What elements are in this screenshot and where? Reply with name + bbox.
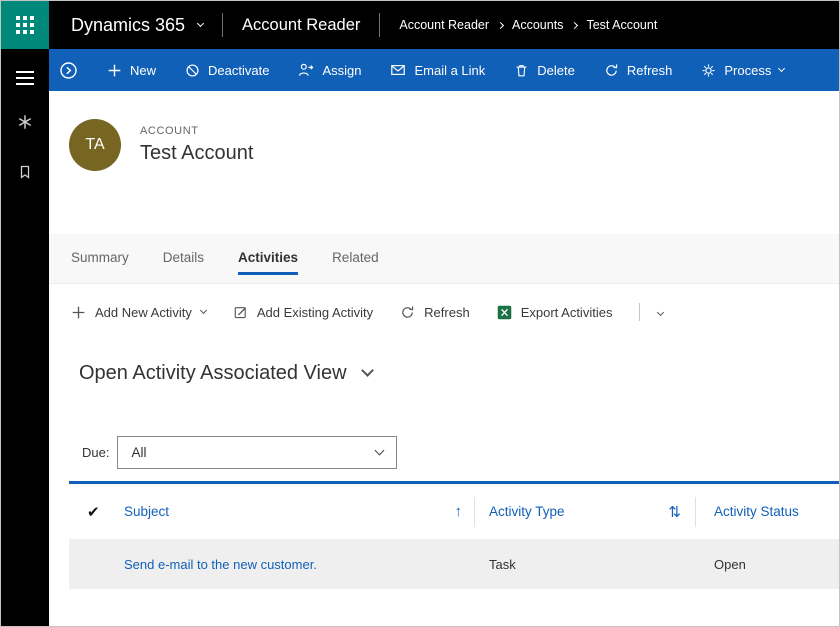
hamburger-icon [16,71,34,73]
cmd-deactivate-button[interactable]: Deactivate [185,63,269,78]
main-content: TA ACCOUNT Test Account Summary Details … [49,91,839,626]
refresh-icon [400,305,415,320]
cmd-refresh-button[interactable]: Refresh [604,63,673,78]
view-title: Open Activity Associated View [79,362,347,385]
chevron-down-icon [375,446,385,456]
cmd-email-link-button[interactable]: Email a Link [390,62,485,78]
due-filter-select[interactable]: All [117,436,397,469]
entity-label: ACCOUNT [140,125,253,137]
table-row[interactable]: Send e-mail to the new customer. Task Op… [69,539,839,589]
row-activity-status: Open [714,557,746,572]
breadcrumb-item-accounts[interactable]: Accounts [512,18,563,32]
refresh-icon [604,63,619,78]
asterisk-icon [16,113,34,136]
record-set-icon [59,61,78,80]
cmd-label: Email a Link [414,63,485,78]
breadcrumb-item-app[interactable]: Account Reader [399,18,489,32]
topbar-divider [222,13,223,37]
topbar-divider [379,13,380,37]
row-subject-link[interactable]: Send e-mail to the new customer. [124,557,317,572]
cmd-process-button[interactable]: Process [701,63,784,78]
chevron-down-icon [200,306,207,313]
cmd-label: Process [724,63,771,78]
due-filter: Due: All [77,436,397,469]
plus-icon [71,305,86,320]
cmd-label: Refresh [627,63,673,78]
row-activity-type: Task [489,557,516,572]
tab-strip: Summary Details Activities Related [49,234,839,284]
brand-menu[interactable]: Dynamics 365 [71,15,203,36]
add-new-activity-button[interactable]: Add New Activity [71,305,206,320]
app-title: Account Reader [242,16,360,35]
breadcrumb: Account Reader Accounts Test Account [399,18,657,32]
view-selector[interactable]: Open Activity Associated View [79,362,372,385]
chevron-down-icon [778,64,785,71]
app-launcher-button[interactable] [1,1,49,49]
column-label: Subject [124,504,169,519]
bookmark-icon [17,164,33,185]
menu-button[interactable] [1,63,49,93]
toolbar-label: Add New Activity [95,305,192,320]
export-activities-button[interactable]: Export Activities [497,305,613,320]
assign-person-icon [298,62,314,78]
page-title: Test Account [140,142,253,165]
toolbar-label: Add Existing Activity [257,305,373,320]
activity-toolbar: Add New Activity Add Existing Activity R… [71,297,667,327]
chevron-right-icon [571,21,578,28]
gear-icon [701,63,716,78]
avatar-initials: TA [85,136,104,154]
chevron-down-icon [197,19,204,26]
chevron-down-icon [657,308,664,315]
col-header-activity-type[interactable]: Activity Type ⇅ [475,503,695,521]
col-header-subject[interactable]: Subject ↑ [124,503,474,520]
left-sidebar [1,49,49,626]
due-filter-label: Due: [77,437,114,468]
chevron-right-icon [497,21,504,28]
plus-icon [107,63,122,78]
email-icon [390,62,406,78]
excel-icon [497,305,512,320]
cmd-label: Assign [322,63,361,78]
toolbar-label: Refresh [424,305,470,320]
select-all-checkmark[interactable]: ✔ [69,503,124,521]
sidebar-pinned-button[interactable] [1,155,49,193]
cmd-delete-button[interactable]: Delete [514,63,575,78]
cmd-assign-button[interactable]: Assign [298,62,361,78]
refresh-activities-button[interactable]: Refresh [400,305,470,320]
edit-note-icon [233,305,248,320]
tab-summary[interactable]: Summary [71,250,129,275]
top-navigation-bar: Dynamics 365 Account Reader Account Read… [1,1,839,49]
sidebar-recents-button[interactable] [1,105,49,143]
column-label: Activity Type [489,504,565,519]
waffle-icon [16,16,34,34]
toolbar-divider [639,303,640,321]
sort-both-icon: ⇅ [668,503,681,521]
cmd-label: Delete [537,63,575,78]
app-window: Dynamics 365 Account Reader Account Read… [0,0,840,627]
brand-title: Dynamics 365 [71,15,185,36]
tab-activities[interactable]: Activities [238,250,298,275]
toolbar-label: Export Activities [521,305,613,320]
tab-related[interactable]: Related [332,250,379,275]
chevron-down-icon [361,364,374,377]
breadcrumb-item-record[interactable]: Test Account [586,18,657,32]
trash-icon [514,63,529,78]
cmd-label: Deactivate [208,63,269,78]
record-header: TA ACCOUNT Test Account [69,119,253,171]
record-set-nav-button[interactable] [59,61,78,80]
avatar[interactable]: TA [69,119,121,171]
deactivate-icon [185,63,200,78]
col-header-activity-status[interactable]: Activity Status [696,504,839,519]
activities-grid: ✔ Subject ↑ Activity Type ⇅ Activity Sta… [69,481,839,589]
column-label: Activity Status [714,504,799,519]
add-existing-activity-button[interactable]: Add Existing Activity [233,305,373,320]
tab-details[interactable]: Details [163,250,204,275]
command-bar: New Deactivate Assign Email a Link Delet [49,49,839,91]
grid-header-row: ✔ Subject ↑ Activity Type ⇅ Activity Sta… [69,484,839,539]
cmd-new-button[interactable]: New [107,63,156,78]
due-filter-value: All [131,445,146,460]
cmd-label: New [130,63,156,78]
toolbar-overflow-button[interactable] [654,305,667,320]
sort-ascending-icon: ↑ [455,503,463,520]
